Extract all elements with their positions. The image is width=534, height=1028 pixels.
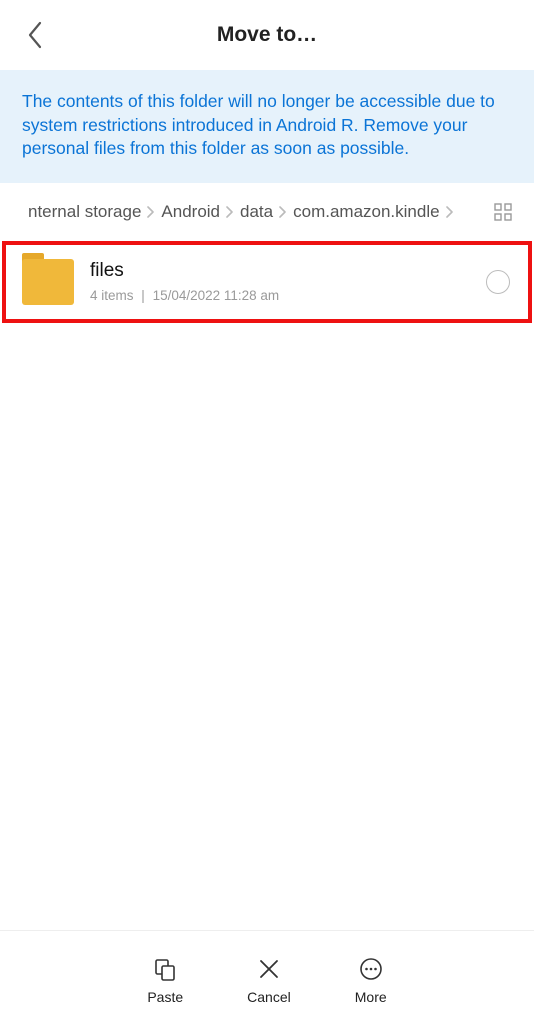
more-label: More (355, 989, 387, 1005)
view-grid-toggle[interactable] (490, 199, 516, 225)
header: Move to… (0, 0, 534, 70)
select-radio[interactable] (486, 270, 510, 294)
paste-button[interactable]: Paste (147, 955, 183, 1005)
chevron-left-icon (26, 21, 44, 49)
close-icon (255, 955, 283, 983)
breadcrumb-item[interactable]: data (240, 202, 273, 222)
item-date: 15/04/2022 11:28 am (153, 288, 280, 303)
breadcrumb-item[interactable]: com.amazon.kindle (293, 202, 439, 222)
folder-icon (22, 259, 74, 305)
file-list: files 4 items | 15/04/2022 11:28 am (0, 241, 534, 930)
grid-icon (494, 203, 512, 221)
chevron-right-icon (147, 206, 155, 218)
list-item[interactable]: files 4 items | 15/04/2022 11:28 am (6, 245, 528, 319)
subtitle-divider: | (141, 288, 145, 303)
highlighted-row: files 4 items | 15/04/2022 11:28 am (2, 241, 532, 323)
warning-text: The contents of this folder will no long… (22, 90, 512, 161)
paste-icon (151, 955, 179, 983)
more-icon (357, 955, 385, 983)
cancel-button[interactable]: Cancel (247, 955, 291, 1005)
bottom-bar: Paste Cancel More (0, 930, 534, 1028)
item-count: 4 items (90, 288, 134, 303)
breadcrumb-item[interactable]: Android (161, 202, 220, 222)
page-title: Move to… (217, 23, 317, 47)
more-button[interactable]: More (355, 955, 387, 1005)
item-name: files (90, 260, 486, 282)
breadcrumb-item[interactable]: nternal storage (28, 202, 141, 222)
back-button[interactable] (18, 18, 52, 52)
cancel-label: Cancel (247, 989, 291, 1005)
list-item-main: files 4 items | 15/04/2022 11:28 am (90, 260, 486, 303)
chevron-right-icon (226, 206, 234, 218)
paste-label: Paste (147, 989, 183, 1005)
breadcrumb[interactable]: nternal storage Android data com.amazon.… (28, 202, 482, 222)
chevron-right-icon (446, 206, 454, 218)
breadcrumb-row: nternal storage Android data com.amazon.… (0, 183, 534, 241)
warning-banner: The contents of this folder will no long… (0, 70, 534, 183)
item-subtitle: 4 items | 15/04/2022 11:28 am (90, 288, 486, 303)
chevron-right-icon (279, 206, 287, 218)
